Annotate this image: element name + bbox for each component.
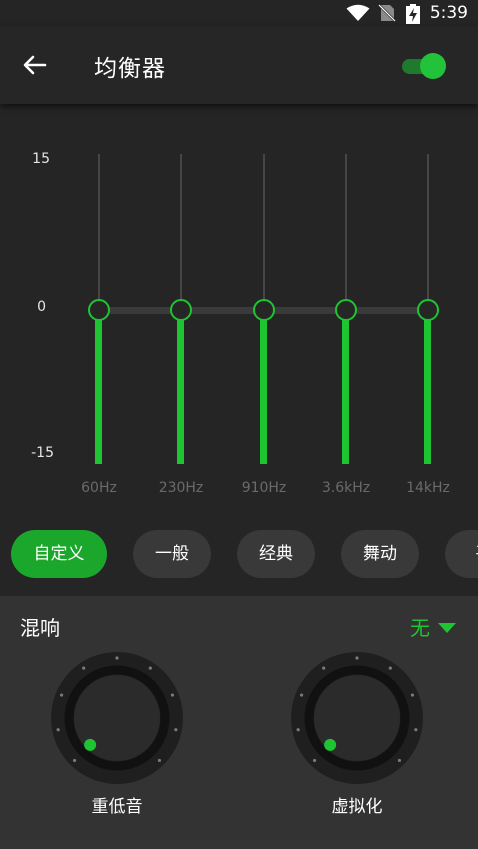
band-knob[interactable]	[170, 299, 192, 321]
knob-tick-mark	[115, 656, 119, 660]
preset-chip-classical[interactable]: 经典	[237, 530, 315, 578]
reverb-title: 混响	[20, 616, 60, 640]
band-slider-14khz[interactable]: 14kHz	[398, 104, 458, 504]
knob-tick-mark	[296, 728, 300, 732]
band-level-bar	[177, 318, 184, 464]
db-label-max: 15	[32, 151, 50, 167]
preset-chip-flat[interactable]: 平	[445, 530, 478, 578]
reverb-panel: 混响 无 重低音 虚拟化	[0, 596, 478, 849]
knob-tick-mark	[82, 666, 86, 670]
band-slider-60hz[interactable]: 60Hz	[69, 104, 129, 504]
page-title: 均衡器	[94, 56, 166, 82]
knob-tick-mark	[414, 728, 418, 732]
equalizer-panel: 15 0 -15 60Hz 230Hz 910Hz 3.6kHz 14kHz	[0, 104, 478, 524]
clock: 5:39	[429, 3, 468, 23]
no-sim-icon	[378, 4, 396, 22]
knob-tick-mark	[322, 666, 326, 670]
preset-chip-dance[interactable]: 舞动	[341, 530, 419, 578]
equalizer-enable-toggle[interactable]	[402, 52, 448, 80]
wifi-icon	[346, 4, 370, 21]
knob-indicator-dot	[324, 738, 337, 751]
preset-chip-row: 自定义 一般 经典 舞动 平	[0, 530, 478, 580]
knob-tick-mark	[388, 666, 392, 670]
knob-tick-mark	[174, 728, 178, 732]
reverb-dropdown[interactable]: 无	[410, 612, 456, 640]
band-frequency-label: 14kHz	[406, 480, 450, 496]
knob-tick-mark	[299, 693, 304, 697]
knob-tick-mark	[56, 728, 60, 732]
band-slider-3-6khz[interactable]: 3.6kHz	[316, 104, 376, 504]
battery-charging-icon	[406, 4, 420, 24]
knob-tick-mark	[170, 693, 175, 697]
knob-tick-mark	[59, 693, 64, 697]
bass-boost-knob[interactable]	[47, 648, 187, 788]
band-level-bar	[424, 318, 431, 464]
knob-tick-mark	[72, 758, 77, 763]
band-level-bar	[95, 318, 102, 464]
band-knob[interactable]	[417, 299, 439, 321]
virtualizer-knob[interactable]	[287, 648, 427, 788]
preset-chip-custom[interactable]: 自定义	[11, 530, 107, 578]
band-knob[interactable]	[88, 299, 110, 321]
status-bar: 5:39	[0, 0, 478, 26]
bass-boost-label: 重低音	[91, 797, 143, 817]
back-button[interactable]	[20, 50, 50, 80]
bass-boost-control: 重低音	[47, 648, 187, 818]
virtualizer-control: 虚拟化	[287, 648, 427, 818]
band-knob[interactable]	[253, 299, 275, 321]
knob-tick-mark	[148, 666, 152, 670]
db-label-zero: 0	[37, 299, 46, 315]
knob-tick-mark	[410, 693, 415, 697]
preset-chip-normal[interactable]: 一般	[133, 530, 211, 578]
db-label-min: -15	[31, 445, 54, 461]
band-level-bar	[342, 318, 349, 464]
band-level-bar	[260, 318, 267, 464]
app-bar: 均衡器	[0, 26, 478, 104]
toggle-thumb	[420, 53, 446, 79]
knob-tick-mark	[157, 758, 162, 763]
knob-tick-mark	[312, 758, 317, 763]
band-slider-910hz[interactable]: 910Hz	[234, 104, 294, 504]
knob-indicator-dot	[84, 738, 97, 751]
reverb-selected-value: 无	[410, 616, 430, 640]
arrow-left-icon	[23, 55, 47, 75]
knob-tick-mark	[397, 758, 402, 763]
caret-down-icon	[438, 622, 456, 633]
band-knob[interactable]	[335, 299, 357, 321]
band-slider-230hz[interactable]: 230Hz	[151, 104, 211, 504]
virtualizer-label: 虚拟化	[331, 797, 383, 817]
knob-tick-mark	[355, 656, 359, 660]
